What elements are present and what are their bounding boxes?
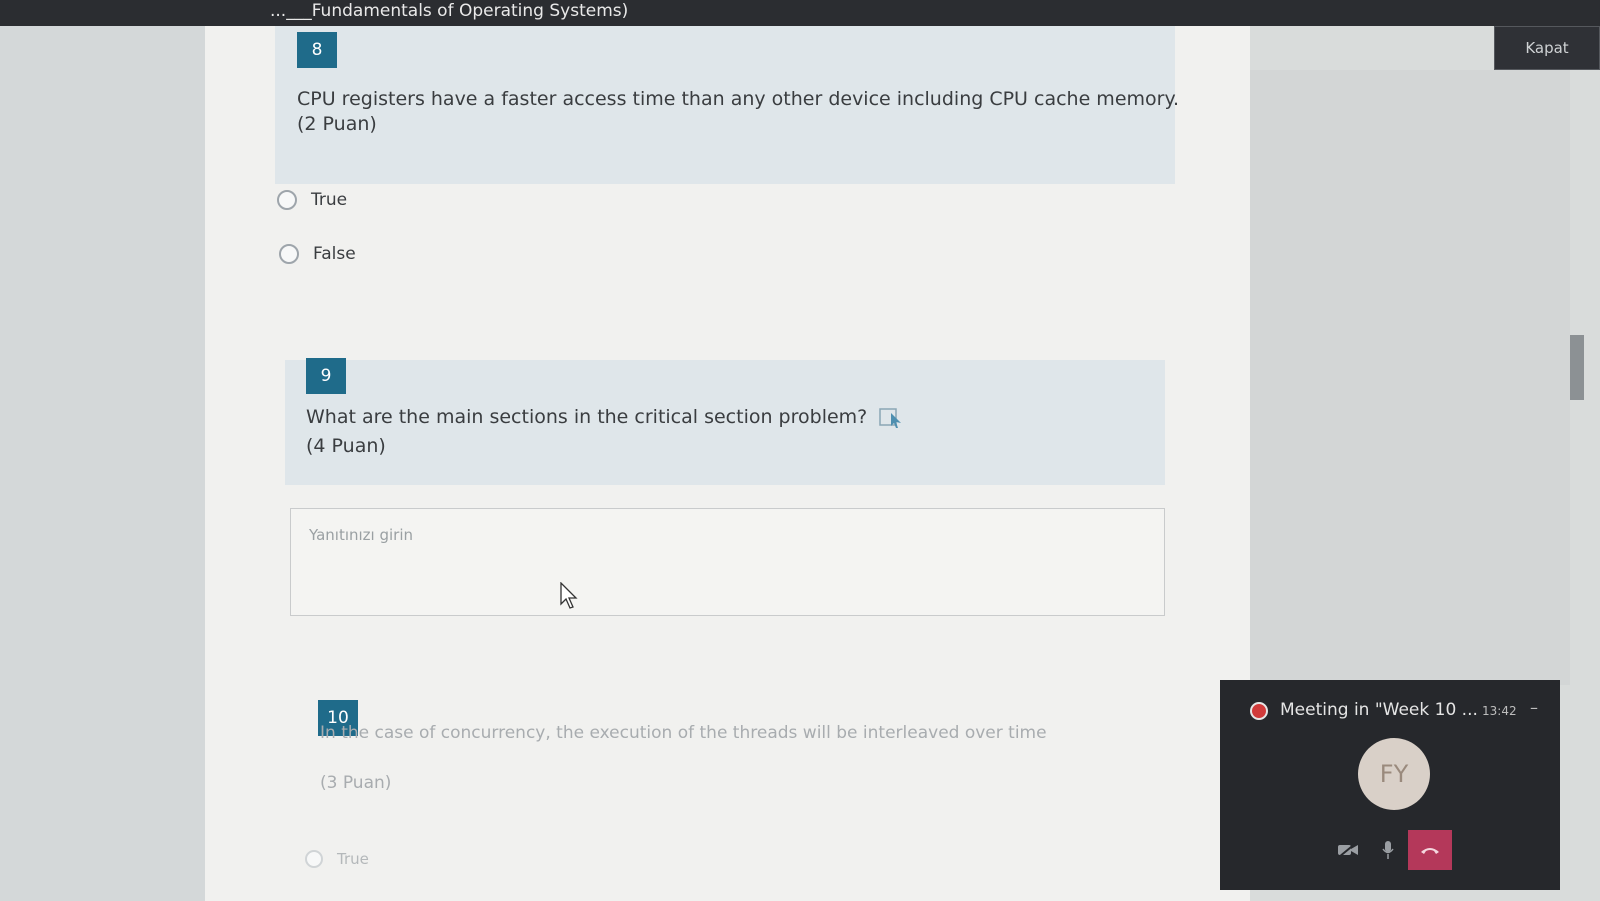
camera-button[interactable] — [1330, 830, 1366, 870]
question-10-text: In the case of concurrency, the executio… — [320, 723, 1047, 743]
radio-icon[interactable] — [277, 190, 297, 210]
mouse-cursor-icon — [560, 582, 578, 609]
question-9-text: What are the main sections in the critic… — [306, 404, 903, 431]
option-label: True — [311, 190, 348, 210]
option-true-q10[interactable]: True — [305, 850, 369, 868]
question-9-points: (4 Puan) — [306, 435, 386, 457]
hang-up-button[interactable] — [1408, 830, 1452, 870]
question-number-9: 9 — [306, 358, 346, 394]
page-background-right — [1250, 70, 1570, 685]
question-number-8: 8 — [297, 32, 337, 68]
option-false[interactable]: False — [279, 244, 356, 264]
microphone-icon — [1382, 841, 1394, 859]
immersive-reader-icon[interactable] — [879, 407, 903, 429]
question-8-text: CPU registers have a faster access time … — [297, 88, 1180, 110]
page-background-left — [0, 26, 205, 901]
microphone-button[interactable] — [1370, 830, 1406, 870]
radio-icon[interactable] — [279, 244, 299, 264]
meeting-title: Meeting in "Week 10 ... — [1280, 700, 1478, 720]
question-10-points: (3 Puan) — [320, 773, 392, 793]
recording-icon — [1250, 702, 1268, 720]
meeting-time: 13:42 — [1482, 704, 1517, 718]
phone-hangup-icon — [1421, 848, 1439, 854]
window-title: ...___Fundamentals of Operating Systems) — [270, 1, 629, 21]
question-8-points: (2 Puan) — [297, 113, 377, 135]
close-button[interactable]: Kapat — [1494, 26, 1600, 70]
minimize-button[interactable]: – — [1530, 698, 1538, 717]
question-9-text-content: What are the main sections in the critic… — [306, 406, 868, 428]
option-true[interactable]: True — [277, 190, 347, 210]
window-title-bar: ...___Fundamentals of Operating Systems) — [0, 0, 1600, 26]
camera-icon — [1338, 842, 1358, 858]
option-label: False — [313, 244, 356, 264]
meeting-mini-window[interactable]: Meeting in "Week 10 ... 13:42 – FY — [1220, 680, 1560, 890]
scrollbar-thumb[interactable] — [1570, 335, 1584, 400]
radio-icon[interactable] — [305, 850, 323, 868]
answer-input[interactable] — [307, 525, 1131, 545]
avatar: FY — [1358, 738, 1430, 810]
answer-field[interactable] — [290, 508, 1165, 616]
option-label: True — [337, 850, 369, 868]
